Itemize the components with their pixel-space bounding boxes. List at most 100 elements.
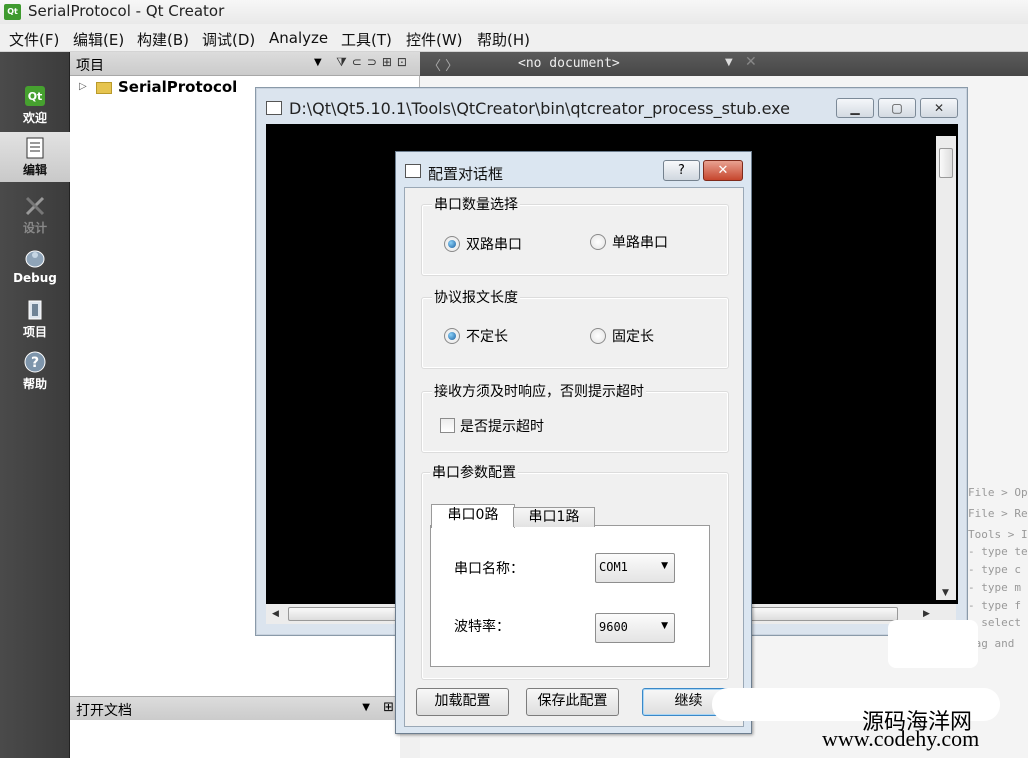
console-app-icon [266,101,282,115]
chevron-down-icon: ▼ [661,561,668,571]
project-icon [28,300,42,320]
menu-build[interactable]: 构建(B) [137,29,189,50]
tab-port-0[interactable]: 串口0路 [431,504,515,528]
tab-panel: 串口0路 串口1路 串口名称： COM1 ▼ 波特率： 9600 ▼ [430,504,710,667]
chevron-down-icon[interactable]: ▼ [362,702,370,713]
mode-label: 欢迎 [22,111,47,125]
radio-label[interactable]: 双路串口 [466,234,522,254]
editor-hint: - type te [968,545,1028,558]
menu-analyze[interactable]: Analyze [269,29,328,47]
baud-rate-combo[interactable]: 9600 ▼ [595,613,675,643]
chevron-down-icon[interactable]: ▼ [725,57,733,68]
menu-help[interactable]: 帮助(H) [477,29,530,50]
timeout-group: 接收方须及时响应，否则提示超时 是否提示超时 [421,381,729,453]
maximize-button[interactable]: ▢ [878,98,916,118]
menu-file[interactable]: 文件(F) [9,29,59,50]
port-name-label: 串口名称： [454,561,524,577]
editor-hint: - type m [968,581,1021,594]
editor-hint: File > Op [968,486,1028,499]
pane-toolbar-icons[interactable]: ⧩⊂⊃⊞⊡ [336,55,412,70]
chevron-down-icon: ▼ [661,621,668,631]
svg-text:?: ? [31,355,39,371]
projects-pane-title[interactable]: 项目 [76,55,104,75]
mode-projects[interactable]: 项目 [0,294,70,344]
menu-debug[interactable]: 调试(D) [202,29,255,50]
vertical-scrollbar[interactable] [936,136,956,600]
single-port-radio[interactable] [590,234,606,250]
close-button[interactable]: ✕ [703,160,743,181]
mode-label: 编辑 [22,163,47,177]
open-documents-header: 打开文档 ▼ ⊞ [70,696,400,720]
variable-length-radio[interactable] [444,328,460,344]
watermark-url: www.codehy.com [822,726,980,751]
debug-bug-icon [25,250,45,268]
dialog-title: 配置对话框 [428,165,504,183]
nav-back-forward-icon[interactable]: 〈 〉 [428,55,458,74]
mode-welcome[interactable]: Qt 欢迎 [0,80,70,130]
dialog-app-icon [405,164,421,178]
expand-arrow-icon[interactable]: ▷ [79,81,87,92]
mode-help[interactable]: ? 帮助 [0,346,70,396]
open-documents-title[interactable]: 打开文档 [76,700,132,720]
mode-label: 设计 [22,221,47,235]
mode-label: Debug [13,271,57,285]
qt-creator-logo-icon: Qt [4,4,21,20]
qt-logo-icon: Qt [25,86,45,106]
checkbox-label[interactable]: 是否提示超时 [460,416,544,436]
minimize-button[interactable]: ▁ [836,98,874,118]
menu-edit[interactable]: 编辑(E) [73,29,124,50]
console-title: D:\Qt\Qt5.10.1\Tools\QtCreator\bin\qtcre… [289,99,790,118]
chevron-down-icon[interactable]: ▼ [314,57,322,68]
group-title: 协议报文长度 [432,287,520,307]
scroll-left-icon[interactable]: ◀ [272,609,279,619]
projects-pane-header: 项目 ▼ ⧩⊂⊃⊞⊡ [70,52,420,76]
message-length-group: 协议报文长度 不定长 固定长 [421,287,729,369]
dual-port-radio[interactable] [444,236,460,252]
baud-rate-label: 波特率： [454,619,510,635]
port-name-combo[interactable]: COM1 ▼ [595,553,675,583]
mode-design[interactable]: 设计 [0,190,70,240]
menu-widgets[interactable]: 控件(W) [406,29,463,50]
document-selector[interactable]: <no document> [518,56,620,71]
menu-bar: 文件(F) 编辑(E) 构建(B) 调试(D) Analyze 工具(T) 控件… [0,24,1028,52]
mode-edit[interactable]: 编辑 [0,132,70,182]
load-config-button[interactable]: 加载配置 [416,688,509,716]
dialog-client: 串口数量选择 双路串口 单路串口 协议报文长度 不定长 固定长 接收方须及时响应… [404,187,744,727]
radio-label[interactable]: 不定长 [466,326,508,346]
mode-label: 帮助 [22,377,47,391]
scroll-down-icon[interactable]: ▼ [942,588,949,598]
edit-document-icon [26,137,44,159]
fixed-length-radio[interactable] [590,328,606,344]
project-tree-root[interactable]: SerialProtocol [118,78,237,96]
svg-text:Qt: Qt [28,90,43,103]
mode-sidebar: Qt 欢迎 编辑 设计 Debug 项目 ? 帮助 [0,52,70,758]
combo-value: 9600 [599,620,628,634]
open-documents-list [70,720,400,758]
save-config-button[interactable]: 保存此配置 [526,688,619,716]
project-folder-icon [96,82,112,94]
mode-debug[interactable]: Debug [0,242,70,292]
serial-count-group: 串口数量选择 双路串口 单路串口 [421,194,729,276]
split-pane-icon[interactable]: ⊞ [383,700,394,715]
serial-params-group: 串口参数配置 串口0路 串口1路 串口名称： COM1 ▼ 波特率： 9600 … [421,462,729,680]
tab-port-1[interactable]: 串口1路 [513,507,595,527]
radio-label[interactable]: 固定长 [612,326,654,346]
config-dialog: 配置对话框 ? ✕ 串口数量选择 双路串口 单路串口 协议报文长度 不定长 固定… [395,151,752,734]
help-icon: ? [24,351,46,373]
radio-label[interactable]: 单路串口 [612,232,668,252]
combo-value: COM1 [599,560,628,574]
editor-toolbar: 〈 〉 <no document> ▼ ✕ [420,52,1028,76]
close-window-button[interactable]: ✕ [920,98,958,118]
timeout-checkbox[interactable] [440,418,455,433]
menu-tools[interactable]: 工具(T) [341,29,392,50]
group-title: 串口数量选择 [432,194,520,214]
editor-hint: Tools > I [968,528,1028,541]
editor-hint: - type f [968,599,1021,612]
design-tools-icon [25,196,45,216]
editor-hint: File > Re [968,507,1028,520]
close-document-icon[interactable]: ✕ [745,54,757,70]
editor-hint: - type c [968,563,1021,576]
scroll-right-icon[interactable]: ▶ [923,609,930,619]
vertical-scroll-thumb[interactable] [939,148,953,178]
help-button[interactable]: ? [663,160,700,181]
